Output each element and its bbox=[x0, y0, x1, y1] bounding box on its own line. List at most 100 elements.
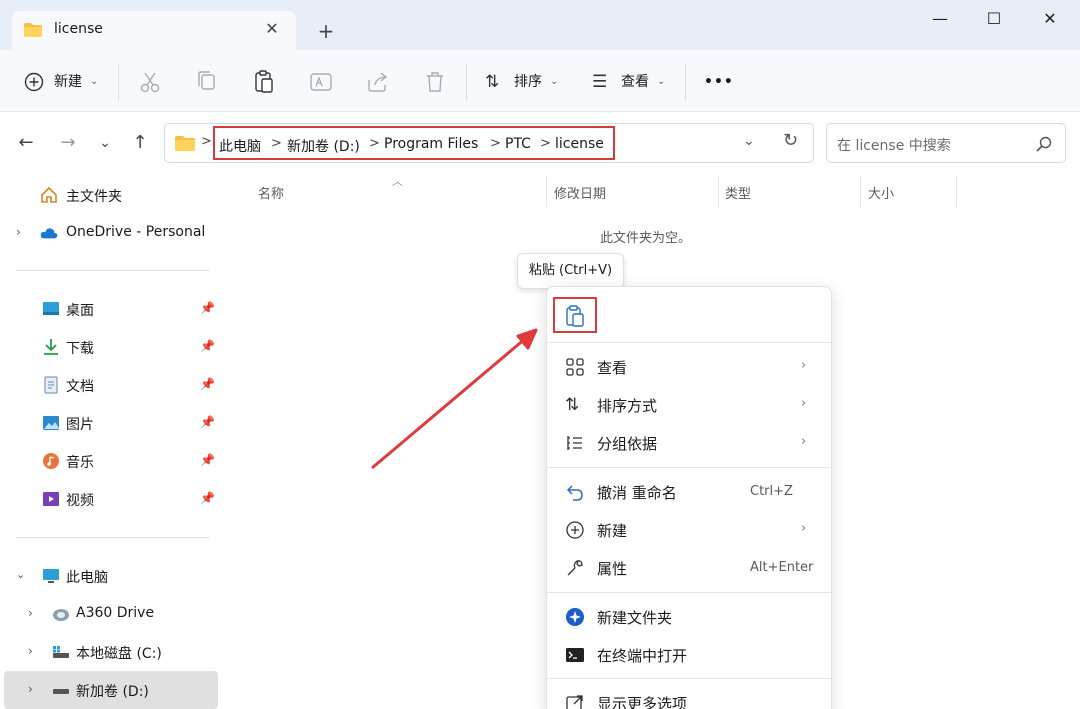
column-header-type[interactable]: 类型 bbox=[725, 183, 751, 202]
shortcut-label: Ctrl+Z bbox=[750, 484, 793, 499]
chevron-down-icon: ⌄ bbox=[90, 76, 99, 87]
back-arrow-icon[interactable]: ← bbox=[14, 131, 38, 155]
breadcrumb-this-pc[interactable]: 此电脑 bbox=[219, 136, 261, 156]
menu-item-undo[interactable]: 撤消 重命名 Ctrl+Z bbox=[547, 473, 831, 511]
wrench-icon bbox=[567, 560, 583, 576]
column-header-modified[interactable]: 修改日期 bbox=[554, 183, 606, 202]
refresh-icon[interactable]: ↻ bbox=[783, 130, 798, 151]
pin-icon[interactable]: 📌 bbox=[200, 491, 215, 505]
tab-title: license bbox=[54, 21, 103, 37]
maximize-button[interactable]: ☐ bbox=[970, 4, 1018, 34]
menu-item-label: 排序方式 bbox=[597, 397, 658, 415]
divider bbox=[16, 537, 210, 538]
menu-item-open-terminal[interactable]: 在终端中打开 bbox=[547, 636, 831, 674]
paste-button[interactable] bbox=[553, 297, 597, 333]
sidebar-item-label: 文档 bbox=[66, 379, 94, 395]
breadcrumb: 此电脑 > 新加卷 (D:) > Program Files > PTC > l… bbox=[213, 126, 615, 160]
pin-icon[interactable]: 📌 bbox=[200, 339, 215, 353]
desktop-icon bbox=[43, 302, 59, 315]
forward-arrow-icon[interactable]: → bbox=[56, 131, 80, 155]
computer-icon bbox=[43, 569, 59, 583]
sidebar-item-documents[interactable]: 文档 📌 bbox=[0, 366, 220, 404]
chevron-right-icon[interactable]: › bbox=[28, 606, 33, 620]
search-input[interactable]: 在 license 中搜索 bbox=[837, 135, 951, 155]
pin-icon[interactable]: 📌 bbox=[200, 415, 215, 429]
menu-item-sort[interactable]: ⇅ 排序方式 › bbox=[547, 386, 831, 424]
address-dropdown-chevron-icon[interactable]: ⌄ bbox=[743, 133, 755, 149]
sidebar-item-downloads[interactable]: 下载 📌 bbox=[0, 328, 220, 366]
share-icon[interactable] bbox=[364, 68, 392, 96]
menu-item-group[interactable]: 分组依据 › bbox=[547, 424, 831, 462]
more-options-button[interactable]: ••• bbox=[704, 68, 734, 96]
sidebar-item-home[interactable]: 主文件夹 bbox=[0, 176, 220, 214]
menu-item-more-options[interactable]: 显示更多选项 bbox=[547, 684, 831, 709]
sort-arrows-icon: ⇅ bbox=[485, 72, 500, 92]
breadcrumb-chevron-icon: > bbox=[540, 136, 551, 151]
menu-item-label: 分组依据 bbox=[597, 435, 658, 453]
title-bar: license ✕ + — ☐ ✕ bbox=[0, 0, 1080, 51]
divider[interactable] bbox=[718, 175, 719, 207]
sidebar-item-a360-drive[interactable]: › A360 Drive bbox=[0, 595, 220, 633]
search-icon[interactable] bbox=[1035, 135, 1053, 153]
paste-tooltip: 粘贴 (Ctrl+V) bbox=[517, 253, 624, 289]
address-bar[interactable]: > 此电脑 > 新加卷 (D:) > Program Files > PTC >… bbox=[164, 123, 814, 163]
menu-item-new[interactable]: 新建 › bbox=[547, 511, 831, 549]
music-icon bbox=[43, 453, 59, 469]
paste-icon[interactable] bbox=[250, 68, 278, 96]
sidebar-item-this-pc[interactable]: ⌄ 此电脑 bbox=[0, 557, 220, 595]
cloud-drive-icon bbox=[53, 609, 69, 621]
sidebar-item-label: 桌面 bbox=[66, 303, 94, 319]
drive-icon bbox=[53, 646, 69, 658]
chevron-right-icon[interactable]: › bbox=[28, 644, 33, 658]
breadcrumb-drive-d[interactable]: 新加卷 (D:) bbox=[287, 136, 360, 156]
sidebar-item-drive-d[interactable]: › 新加卷 (D:) bbox=[4, 671, 218, 709]
copy-icon[interactable] bbox=[193, 68, 221, 96]
up-arrow-icon[interactable]: ↑ bbox=[128, 131, 152, 155]
sidebar-item-videos[interactable]: 视频 📌 bbox=[0, 480, 220, 518]
chevron-right-icon[interactable]: › bbox=[16, 225, 21, 239]
chevron-down-icon: ⌄ bbox=[550, 76, 559, 87]
pin-icon[interactable]: 📌 bbox=[200, 301, 215, 315]
breadcrumb-program-files[interactable]: Program Files bbox=[384, 136, 478, 152]
sidebar-item-label: 新加卷 (D:) bbox=[76, 684, 149, 700]
cloud-icon bbox=[40, 228, 58, 239]
column-header-name[interactable]: 名称 bbox=[258, 183, 284, 202]
delete-icon[interactable] bbox=[421, 68, 449, 96]
minimize-button[interactable]: — bbox=[916, 4, 964, 34]
divider[interactable] bbox=[860, 175, 861, 207]
breadcrumb-ptc[interactable]: PTC bbox=[505, 136, 531, 152]
sidebar-item-label: 下载 bbox=[66, 341, 94, 357]
sort-caret-icon: ︿ bbox=[392, 175, 403, 188]
tab-close-icon[interactable]: ✕ bbox=[260, 17, 284, 41]
breadcrumb-license[interactable]: license bbox=[555, 136, 604, 152]
divider[interactable] bbox=[956, 175, 957, 207]
search-box[interactable]: 在 license 中搜索 bbox=[826, 123, 1066, 163]
menu-item-label: 新建 bbox=[597, 522, 628, 540]
divider bbox=[118, 64, 119, 100]
sidebar-item-onedrive[interactable]: › OneDrive - Personal bbox=[0, 214, 220, 252]
new-tab-button[interactable]: + bbox=[312, 17, 340, 45]
menu-item-properties[interactable]: 属性 Alt+Enter bbox=[547, 549, 831, 587]
tab-license[interactable]: license ✕ bbox=[12, 11, 296, 51]
recent-locations-chevron-icon[interactable]: ⌄ bbox=[93, 131, 117, 155]
paste-icon bbox=[566, 305, 584, 327]
cut-icon[interactable] bbox=[136, 68, 164, 96]
menu-item-view[interactable]: 查看 › bbox=[547, 348, 831, 386]
sidebar-item-desktop[interactable]: 桌面 📌 bbox=[0, 290, 220, 328]
navigation-bar: ← → ⌄ ↑ > 此电脑 > 新加卷 (D:) > Program Files… bbox=[0, 113, 1080, 173]
close-window-button[interactable]: ✕ bbox=[1026, 4, 1074, 34]
pin-icon[interactable]: 📌 bbox=[200, 453, 215, 467]
sidebar-item-music[interactable]: 音乐 📌 bbox=[0, 442, 220, 480]
plus-circle-icon bbox=[24, 72, 44, 92]
sidebar-item-pictures[interactable]: 图片 📌 bbox=[0, 404, 220, 442]
pin-icon[interactable]: 📌 bbox=[200, 377, 215, 391]
divider[interactable] bbox=[546, 175, 547, 207]
sidebar-item-drive-c[interactable]: › 本地磁盘 (C:) bbox=[0, 633, 220, 671]
sidebar-item-label: 图片 bbox=[66, 417, 94, 433]
column-header-size[interactable]: 大小 bbox=[868, 183, 894, 202]
chevron-down-icon[interactable]: ⌄ bbox=[16, 568, 25, 581]
chevron-right-icon[interactable]: › bbox=[28, 682, 33, 696]
rename-icon[interactable] bbox=[307, 68, 335, 96]
menu-item-label: 属性 bbox=[597, 560, 628, 578]
menu-item-new-folder[interactable]: 新建文件夹 bbox=[547, 598, 831, 636]
